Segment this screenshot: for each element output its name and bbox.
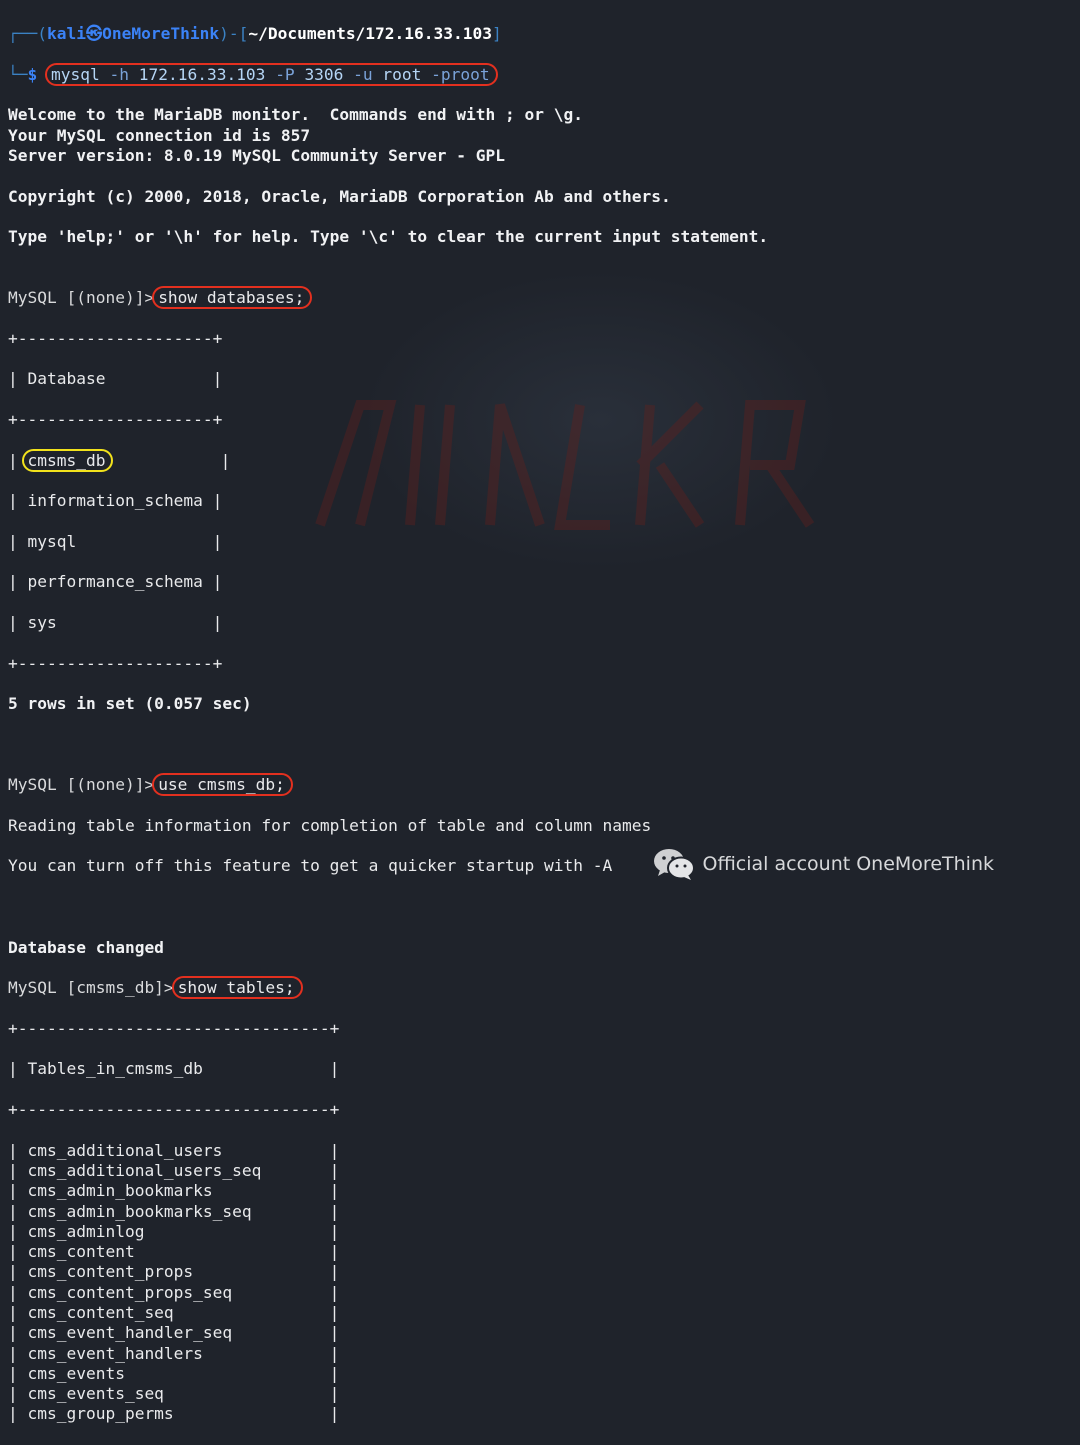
table-row: | sys | — [8, 612, 223, 632]
table-header: | Tables_in_cmsms_db | — [8, 1059, 340, 1079]
table-row: | cms_additional_users_seq | — [8, 1160, 340, 1180]
table-row: | cms_events | — [8, 1363, 340, 1383]
table-row: | cms_group_perms | — [8, 1404, 340, 1424]
banner-line: Type 'help;' or '\h' for help. Type '\c'… — [8, 227, 769, 247]
wechat-icon — [654, 849, 696, 880]
query-use-db: MySQL [(none)]> use cmsms_db; — [8, 773, 1080, 797]
table-border: +--------------------+ — [8, 409, 223, 429]
table-row: | cms_content_props | — [8, 1262, 340, 1282]
table-row: | cms_content_props_seq | — [8, 1282, 340, 1302]
table-row: | mysql | — [8, 531, 223, 551]
cmsms-db-highlight: cmsms_db — [21, 448, 114, 472]
table-row: | cms_event_handler_seq | — [8, 1323, 340, 1343]
tables-list: | cms_additional_users | | cms_additional… — [8, 1141, 1080, 1425]
banner-line — [8, 248, 1080, 268]
show-tables-command: show tables; — [171, 976, 303, 1000]
mysql-connect-command: mysql -h 172.16.33.103 -P 3306 -u root -… — [45, 62, 498, 86]
banner-line: Welcome to the MariaDB monitor. Commands… — [8, 105, 583, 125]
table-row: | cmsms_db | — [8, 448, 231, 472]
banner-line: Server version: 8.0.19 MySQL Community S… — [8, 146, 506, 166]
use-db-command: use cmsms_db; — [152, 773, 293, 797]
table-border: +--------------------+ — [8, 328, 223, 348]
banner-line: Copyright (c) 2000, 2018, Oracle, MariaD… — [8, 186, 671, 206]
show-databases-command: show databases; — [152, 286, 313, 310]
rows-summary: 5 rows in set (0.057 sec) — [8, 694, 252, 714]
table-row: | cms_event_handlers | — [8, 1343, 340, 1363]
table-border: +--------------------------------+ — [8, 1100, 340, 1120]
table-row: | performance_schema | — [8, 572, 223, 592]
shell-command-line: └─$ mysql -h 172.16.33.103 -P 3306 -u ro… — [8, 62, 1080, 86]
table-row: | cms_events_seq | — [8, 1384, 340, 1404]
table-row: | cms_additional_users | — [8, 1140, 340, 1160]
terminal-output[interactable]: ┌──(kali㉿OneMoreThink)-[~/Documents/172.… — [8, 4, 1080, 1445]
query-show-tables: MySQL [cmsms_db]> show tables; — [8, 976, 1080, 1000]
mysql-banner: Welcome to the MariaDB monitor. Commands… — [8, 105, 1080, 267]
database-changed-status: Database changed — [8, 937, 164, 957]
banner-line — [8, 207, 1080, 227]
table-row: | cms_content | — [8, 1242, 340, 1262]
banner-line — [8, 166, 1080, 186]
banner-line: Your MySQL connection id is 857 — [8, 125, 311, 145]
output-line: Reading table information for completion… — [8, 815, 652, 835]
table-row: | cms_adminlog | — [8, 1221, 340, 1241]
query-show-databases: MySQL [(none)]> show databases; — [8, 286, 1080, 310]
shell-prompt-header: ┌──(kali㉿OneMoreThink)-[~/Documents/172.… — [8, 24, 502, 44]
official-account-watermark: Official account OneMoreThink — [652, 846, 994, 882]
table-row: | information_schema | — [8, 491, 223, 511]
table-border: +--------------------------------+ — [8, 1018, 340, 1038]
watermark-text: Official account OneMoreThink — [702, 853, 994, 875]
table-row: | cms_admin_bookmarks | — [8, 1181, 340, 1201]
table-row: | cms_admin_bookmarks_seq | — [8, 1201, 340, 1221]
table-row: | cms_content_seq | — [8, 1303, 340, 1322]
table-header: | Database | — [8, 369, 223, 389]
table-border: +--------------------+ — [8, 653, 223, 673]
